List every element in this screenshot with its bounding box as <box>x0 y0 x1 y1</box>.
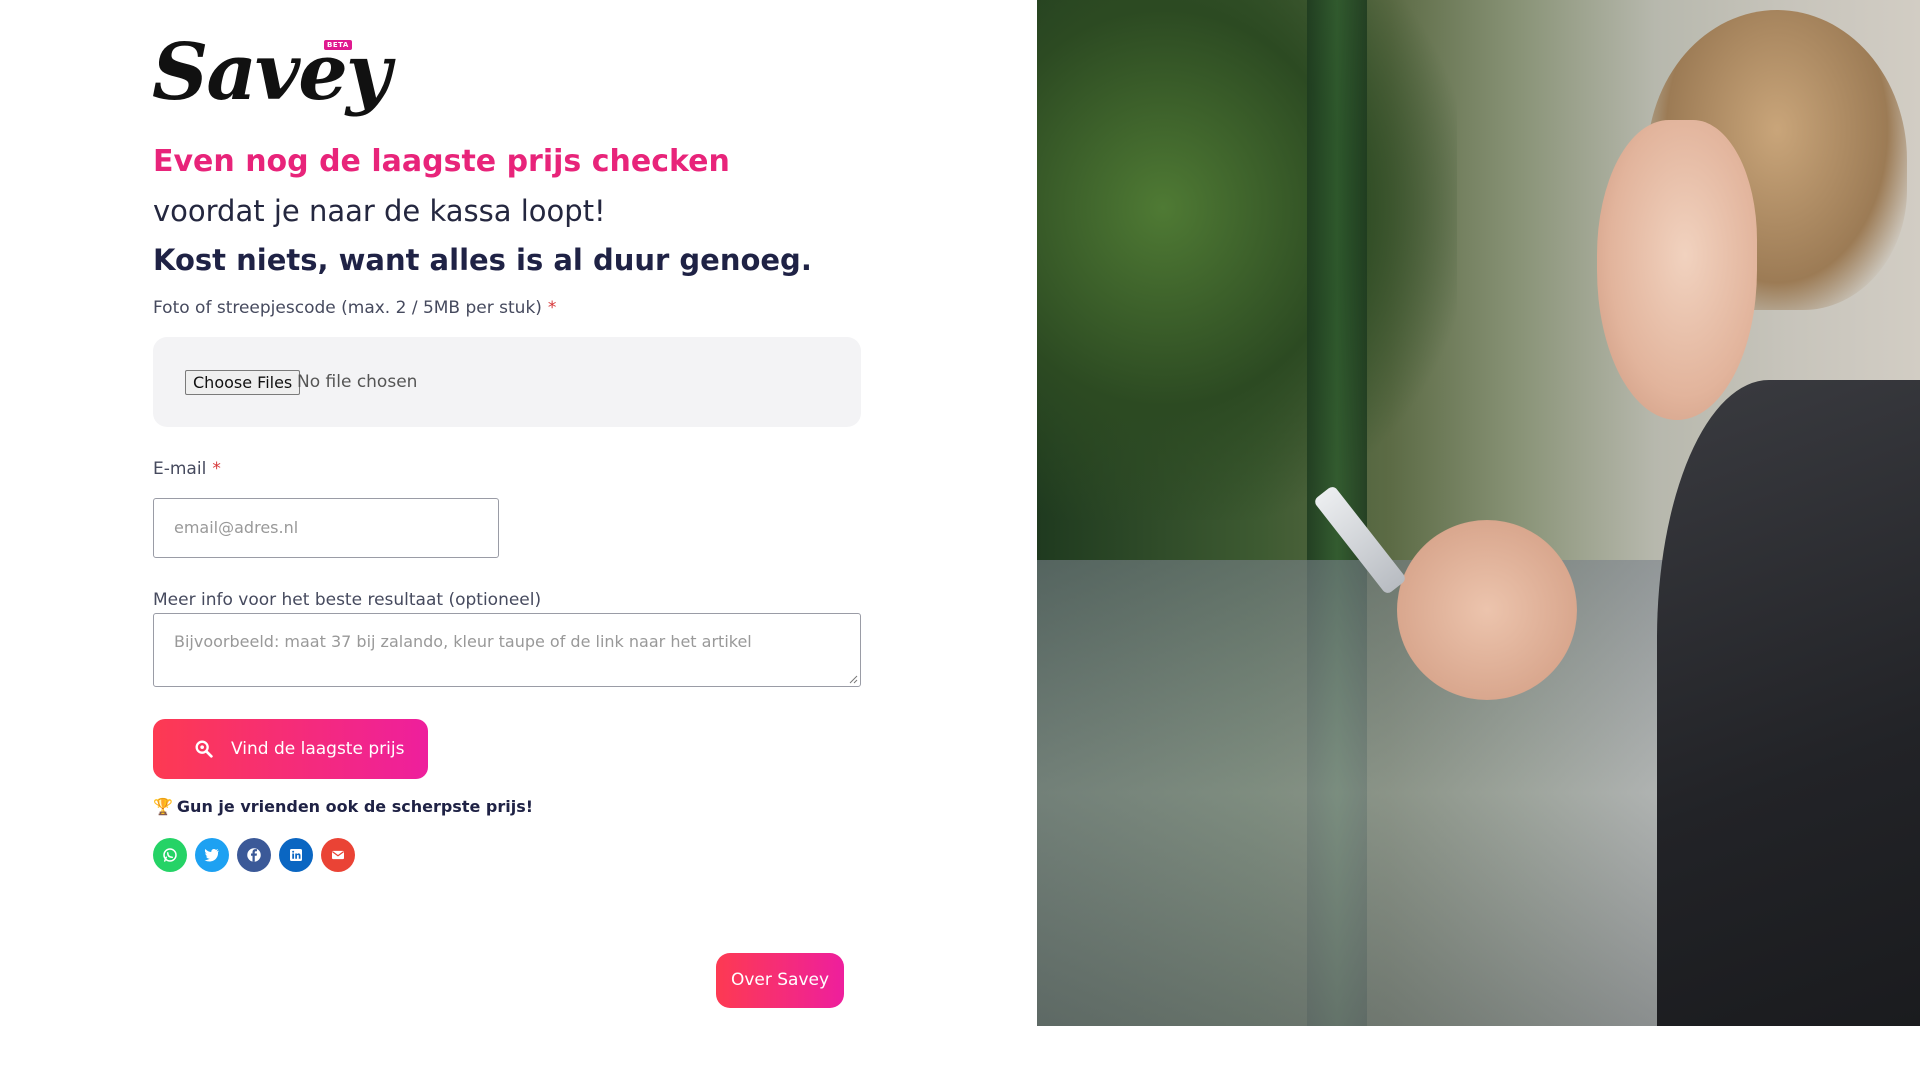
choose-files-button[interactable]: Choose Files <box>185 370 301 395</box>
email-field[interactable]: email@adres.nl <box>153 498 499 558</box>
about-savey-button[interactable]: Over Savey <box>716 953 844 1008</box>
hero-foliage <box>1037 0 1457 520</box>
required-marker: * <box>212 459 221 479</box>
facebook-icon <box>247 848 261 862</box>
hero-jacket <box>1657 380 1920 1026</box>
logo[interactable]: Savey BETA <box>152 28 391 134</box>
required-marker: * <box>547 298 557 318</box>
no-file-chosen-text: No file chosen <box>297 372 418 392</box>
hero-face <box>1597 120 1757 420</box>
share-twitter-button[interactable] <box>195 838 229 872</box>
linkedin-icon <box>290 849 302 861</box>
share-facebook-button[interactable] <box>237 838 271 872</box>
share-buttons <box>153 838 355 872</box>
share-linkedin-button[interactable] <box>279 838 313 872</box>
share-heading-text: Gun je vrienden ook de scherpste prijs! <box>176 797 534 816</box>
trophy-icon: 🏆 <box>153 797 173 816</box>
email-label: E-mail * <box>153 459 221 479</box>
headline-primary: Even nog de laagste prijs checken <box>153 144 730 179</box>
share-whatsapp-button[interactable] <box>153 838 187 872</box>
resize-grip-icon[interactable] <box>848 674 858 684</box>
hero-image-woman-with-phone <box>1037 0 1920 1026</box>
info-label: Meer info voor het beste resultaat (opti… <box>153 590 542 610</box>
logo-text: Savey <box>152 27 391 118</box>
file-upload-label-text: Foto of streepjescode (max. 2 / 5MB per … <box>153 298 542 318</box>
file-upload-field[interactable]: Choose Files No file chosen <box>153 337 861 427</box>
hero-hand <box>1397 520 1577 700</box>
share-email-button[interactable] <box>321 838 355 872</box>
file-upload-label: Foto of streepjescode (max. 2 / 5MB per … <box>153 298 556 318</box>
share-heading: 🏆 Gun je vrienden ook de scherpste prijs! <box>153 797 533 816</box>
find-lowest-price-label: Vind de laagste prijs <box>231 739 405 759</box>
headline-secondary: voordat je naar de kassa loopt! <box>153 194 606 228</box>
headline-tagline: Kost niets, want alles is al duur genoeg… <box>153 243 812 277</box>
info-placeholder: Bijvoorbeeld: maat 37 bij zalando, kleur… <box>174 632 752 651</box>
info-textarea[interactable]: Bijvoorbeeld: maat 37 bij zalando, kleur… <box>153 613 861 687</box>
form-panel: Savey BETA Even nog de laagste prijs che… <box>0 0 1037 1080</box>
beta-badge: BETA <box>324 40 352 50</box>
find-lowest-price-button[interactable]: Vind de laagste prijs <box>153 719 428 779</box>
email-label-text: E-mail <box>153 459 207 479</box>
whatsapp-icon <box>163 848 177 862</box>
search-icon <box>195 740 213 758</box>
email-icon <box>332 850 344 860</box>
twitter-icon <box>204 849 219 862</box>
